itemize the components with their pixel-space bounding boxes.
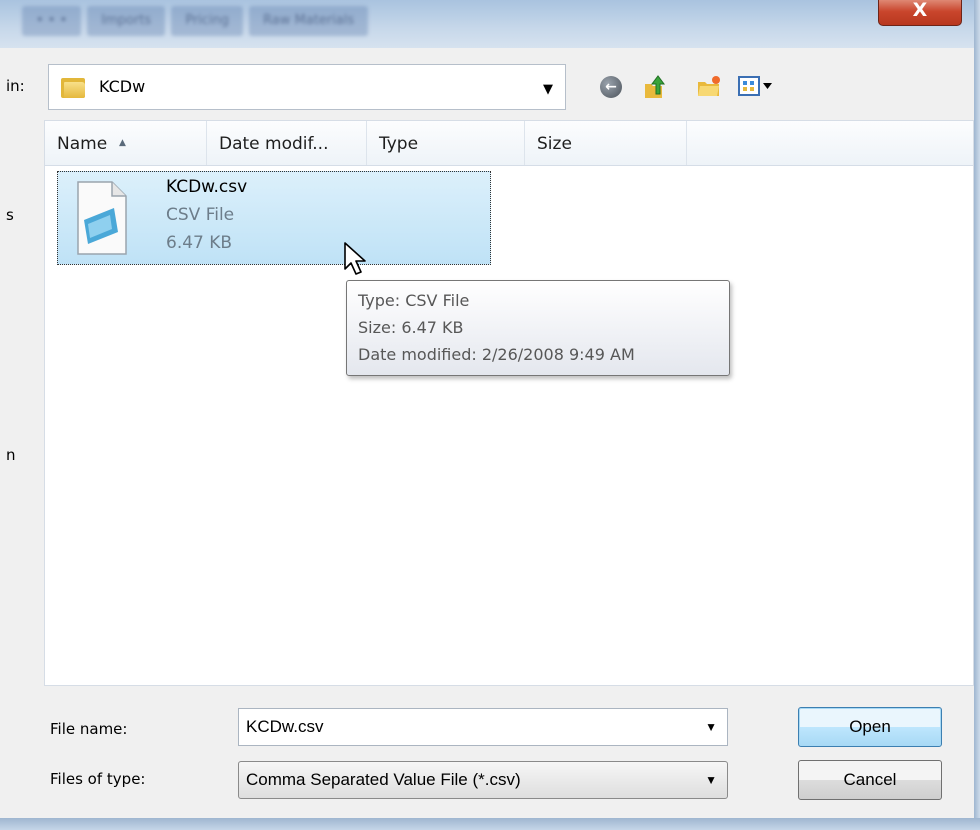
files-of-type-label: Files of type:	[50, 770, 146, 788]
tooltip-size: Size: 6.47 KB	[358, 318, 464, 337]
background-tab: Imports	[87, 6, 166, 36]
column-type[interactable]: Type	[367, 121, 525, 165]
chevron-down-icon[interactable]: ▼	[705, 709, 717, 745]
column-header-row: Name ▲ Date modif... Type Size	[45, 121, 973, 166]
background-tab: Raw Materials	[249, 6, 369, 36]
file-name-input[interactable]: KCDw.csv ▼	[238, 708, 728, 746]
file-list[interactable]: Name ▲ Date modif... Type Size KCDw.csv …	[44, 120, 974, 686]
mouse-pointer-icon	[344, 242, 366, 275]
column-date-modified[interactable]: Date modif...	[207, 121, 367, 165]
look-in-label: in:	[6, 77, 25, 95]
background-tabs: • • • Imports Pricing Raw Materials	[22, 6, 369, 36]
open-button[interactable]: Open	[798, 707, 942, 747]
background-tab: Pricing	[171, 6, 244, 36]
window-title-bar: • • • Imports Pricing Raw Materials X	[0, 0, 980, 48]
chevron-down-icon[interactable]: ▼	[543, 82, 553, 97]
file-name-label: File name:	[50, 720, 128, 738]
tooltip-type: Type: CSV File	[358, 291, 470, 310]
files-of-type-select[interactable]: Comma Separated Value File (*.csv) ▼	[238, 761, 728, 799]
up-folder-icon[interactable]	[642, 74, 668, 100]
column-name[interactable]: Name ▲	[45, 121, 207, 165]
file-name-value: KCDw.csv	[246, 717, 324, 736]
chevron-down-icon[interactable]: ▼	[705, 762, 717, 798]
column-date-label: Date modif...	[219, 134, 329, 154]
back-icon[interactable]: ←	[598, 74, 624, 100]
places-bar-label: n	[6, 446, 16, 464]
cancel-button[interactable]: Cancel	[798, 760, 942, 800]
column-name-label: Name	[57, 134, 108, 154]
file-size: 6.47 KB	[166, 233, 233, 253]
column-size-label: Size	[537, 134, 572, 154]
look-in-value: KCDw	[99, 77, 146, 96]
background-tab: • • •	[22, 6, 82, 36]
tooltip-date-modified: Date modified: 2/26/2008 9:49 AM	[358, 345, 635, 364]
list-item[interactable]: KCDw.csv CSV File 6.47 KB	[57, 171, 491, 265]
files-of-type-value: Comma Separated Value File (*.csv)	[246, 770, 521, 789]
csv-file-icon	[77, 181, 127, 255]
file-name: KCDw.csv	[166, 177, 248, 197]
new-folder-icon[interactable]	[696, 74, 722, 100]
file-info-tooltip: Type: CSV File Size: 6.47 KB Date modifi…	[346, 280, 730, 376]
look-in-combo[interactable]: KCDw ▼	[48, 64, 566, 110]
column-type-label: Type	[379, 134, 419, 154]
views-menu-icon[interactable]	[738, 74, 774, 100]
sort-ascending-icon: ▲	[119, 138, 126, 148]
window-frame-bottom	[0, 818, 980, 830]
file-type: CSV File	[166, 205, 235, 225]
column-size[interactable]: Size	[525, 121, 687, 165]
folder-icon	[61, 76, 87, 98]
window-frame-right	[974, 0, 980, 830]
places-bar-label: s	[6, 206, 14, 224]
close-button[interactable]: X	[878, 0, 962, 26]
close-icon: X	[912, 0, 928, 21]
